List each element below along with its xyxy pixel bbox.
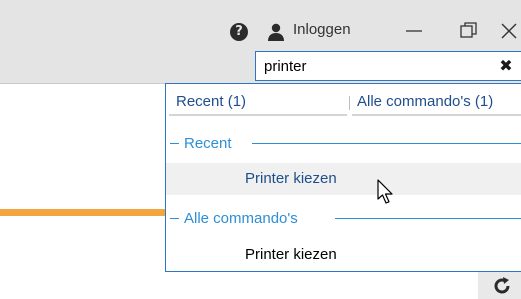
section-rule [170,143,179,144]
section-rule [170,218,179,219]
tab-recent[interactable]: Recent (1) [169,88,347,116]
close-icon[interactable] [498,20,520,42]
refresh-icon[interactable] [492,276,512,296]
command-search-box[interactable]: ✖ [255,51,521,81]
user-icon[interactable] [266,22,286,42]
mouse-pointer-icon [377,179,393,204]
minimize-icon[interactable] [403,20,425,42]
search-input[interactable] [264,56,484,76]
result-tabs: Recent (1) Alle commando's (1) [166,88,521,118]
tab-divider [349,96,350,110]
search-results-dropdown: Recent (1) Alle commando's (1) Recent Pr… [165,83,521,272]
section-title: Alle commando's [184,208,303,230]
result-label: Printer kiezen [245,246,337,263]
result-item[interactable]: Printer kiezen [166,239,521,271]
section-rule [252,143,521,144]
clear-search-icon[interactable]: ✖ [497,56,515,76]
title-bar: ? Inloggen [0,0,521,51]
help-icon[interactable]: ? [230,23,248,41]
section-header-recent: Recent [166,133,521,155]
section-header-all-commands: Alle commando's [166,208,521,230]
section-rule [335,218,521,219]
accent-bar [0,209,166,216]
section-title: Recent [184,133,237,155]
restore-icon[interactable] [458,20,480,42]
tab-all-commands[interactable]: Alle commando's (1) [352,88,521,116]
result-item[interactable]: Printer kiezen [166,163,521,195]
login-link[interactable]: Inloggen [293,21,351,38]
result-label: Printer kiezen [245,170,337,187]
